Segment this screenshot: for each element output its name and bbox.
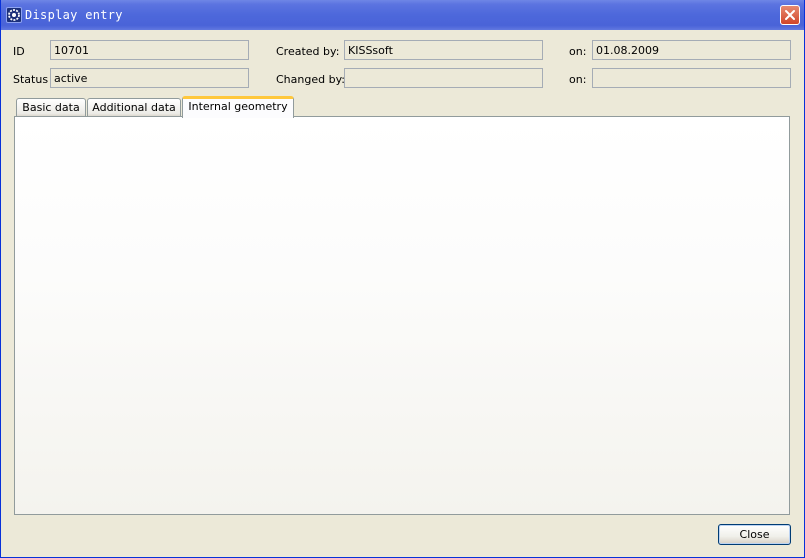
dialog-window: Display entry ID 10701 Created by: KISSs… [0,0,805,558]
close-icon[interactable] [780,5,800,25]
created-on-label: on: [569,45,587,58]
status-field[interactable]: active [50,68,249,88]
changed-by-field[interactable] [344,68,543,88]
id-field[interactable]: 10701 [50,40,249,60]
close-button[interactable]: Close [718,524,791,545]
window-title: Display entry [25,8,123,22]
tab-additional-data[interactable]: Additional data [87,98,181,117]
status-label: Status [13,73,49,86]
created-on-field[interactable]: 01.08.2009 [592,40,791,60]
changed-by-label: Changed by: [276,73,345,86]
changed-on-field[interactable] [592,68,791,88]
id-label: ID [13,45,25,58]
created-by-label: Created by: [276,45,340,58]
title-bar[interactable]: Display entry [1,0,804,30]
created-by-field[interactable]: KISSsoft [344,40,543,60]
app-gear-icon[interactable] [6,7,22,23]
tab-internal-geometry[interactable]: Internal geometry [182,96,294,118]
changed-on-label: on: [569,73,587,86]
tab-basic-data[interactable]: Basic data [16,98,86,117]
tab-content-panel [14,116,790,515]
